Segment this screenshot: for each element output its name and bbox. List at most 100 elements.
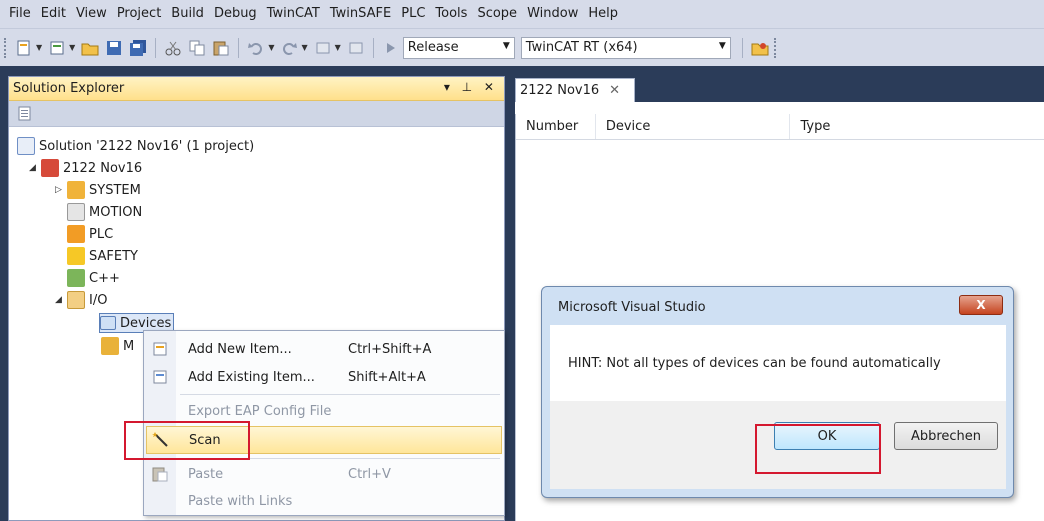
- close-icon[interactable]: ✕: [609, 83, 620, 98]
- tree-item-cpp[interactable]: C++: [67, 267, 120, 289]
- menu-plc[interactable]: PLC: [396, 0, 430, 28]
- dialog-close-button[interactable]: X: [959, 295, 1003, 315]
- solution-config-value: Release: [407, 40, 459, 55]
- menu-item-add-new-item[interactable]: Add New Item... Ctrl+Shift+A: [146, 335, 502, 363]
- grid-header: Number Device Type: [516, 114, 1044, 140]
- solution-explorer-toolbar: [9, 101, 504, 127]
- menu-bar: File Edit View Project Build Debug TwinC…: [0, 0, 1044, 28]
- chevron-down-icon[interactable]: ▼: [335, 43, 341, 52]
- add-existing-item-icon: [146, 369, 174, 385]
- menu-item-label: Add Existing Item...: [188, 369, 315, 385]
- tree-item-mappings[interactable]: M: [101, 335, 134, 357]
- platform-value: TwinCAT RT (x64): [525, 40, 638, 55]
- menu-item-paste-with-links[interactable]: Paste with Links: [146, 487, 502, 515]
- toolbar-overflow-grip[interactable]: [773, 37, 778, 58]
- menu-edit[interactable]: Edit: [36, 0, 71, 28]
- tree-item-motion[interactable]: MOTION: [67, 201, 142, 223]
- tree-item-io[interactable]: ◢ I/O: [55, 289, 107, 311]
- menu-scope[interactable]: Scope: [472, 0, 522, 28]
- menu-item-label: Export EAP Config File: [188, 403, 332, 419]
- tree-item-project[interactable]: ◢ 2122 Nov16: [29, 157, 142, 179]
- tab-strip-bar: [515, 102, 1044, 114]
- redo-icon[interactable]: [279, 38, 299, 58]
- expand-icon[interactable]: ▷: [55, 185, 67, 195]
- save-all-icon[interactable]: [128, 38, 148, 58]
- menu-item-shortcut: Shift+Alt+A: [348, 369, 426, 385]
- tree-item-label: C++: [89, 270, 120, 286]
- project-icon: [41, 159, 59, 177]
- cpp-icon: [67, 269, 85, 287]
- panel-controls[interactable]: ▾ ⊥ ✕: [444, 80, 498, 94]
- tree-item-label: M: [123, 338, 135, 354]
- tree-item-safety[interactable]: SAFETY: [67, 245, 138, 267]
- tree-item-label: 2122 Nov16: [63, 160, 143, 176]
- menu-help[interactable]: Help: [583, 0, 623, 28]
- devices-icon: [100, 316, 116, 330]
- cut-icon[interactable]: [163, 38, 183, 58]
- tree-item-solution[interactable]: Solution '2122 Nov16' (1 project): [17, 135, 254, 157]
- save-icon[interactable]: [104, 38, 124, 58]
- start-icon[interactable]: [381, 38, 401, 58]
- tab-label: 2122 Nov16: [520, 83, 600, 98]
- collapse-icon[interactable]: ◢: [55, 295, 67, 305]
- chevron-down-icon[interactable]: ▼: [301, 43, 307, 52]
- undo-icon[interactable]: [246, 38, 266, 58]
- scan-highlight-box: [124, 421, 250, 460]
- safety-icon: [67, 247, 85, 265]
- column-header-device[interactable]: Device: [596, 114, 791, 139]
- chevron-down-icon[interactable]: ▼: [69, 43, 75, 52]
- menu-tools[interactable]: Tools: [430, 0, 472, 28]
- menu-separator: [180, 394, 500, 395]
- chevron-down-icon: ▼: [502, 40, 510, 51]
- dialog-title: Microsoft Visual Studio: [558, 299, 706, 315]
- menu-item-label: Add New Item...: [188, 341, 292, 357]
- tree-item-label: SAFETY: [89, 248, 138, 264]
- cancel-button[interactable]: Abbrechen: [894, 422, 998, 450]
- dialog-message: HINT: Not all types of devices can be fo…: [550, 325, 1006, 401]
- open-folder-icon[interactable]: [80, 38, 100, 58]
- menu-item-shortcut: Ctrl+V: [348, 466, 391, 482]
- menu-item-paste[interactable]: Paste Ctrl+V: [146, 460, 502, 488]
- copy-icon[interactable]: [187, 38, 207, 58]
- platform-dropdown[interactable]: TwinCAT RT (x64) ▼: [520, 36, 731, 59]
- navigate-backward-icon[interactable]: [313, 38, 333, 58]
- paste-icon[interactable]: [211, 38, 231, 58]
- menu-file[interactable]: File: [4, 0, 36, 28]
- add-item-icon[interactable]: [47, 38, 67, 58]
- tree-item-label: I/O: [89, 292, 108, 308]
- menu-debug[interactable]: Debug: [209, 0, 262, 28]
- navigate-forward-icon[interactable]: [346, 38, 366, 58]
- menu-item-label: Paste with Links: [188, 493, 293, 509]
- tab-project[interactable]: 2122 Nov16 ✕: [515, 78, 635, 102]
- solution-explorer-titlebar: Solution Explorer ▾ ⊥ ✕: [9, 77, 504, 101]
- system-icon: [67, 181, 85, 199]
- tree-item-label: MOTION: [89, 204, 143, 220]
- menu-twincat[interactable]: TwinCAT: [262, 0, 325, 28]
- chevron-down-icon: ▼: [718, 40, 726, 51]
- tree-item-label: SYSTEM: [89, 182, 141, 198]
- tree-item-system[interactable]: ▷ SYSTEM: [55, 179, 141, 201]
- menu-item-add-existing-item[interactable]: Add Existing Item... Shift+Alt+A: [146, 363, 502, 391]
- motion-icon: [67, 203, 85, 221]
- menu-build[interactable]: Build: [166, 0, 209, 28]
- menu-view[interactable]: View: [71, 0, 112, 28]
- ok-highlight-box: [755, 424, 881, 474]
- toolbar: ▼ ▼ ▼ ▼ ▼ Release ▼ TwinCAT RT (x64) ▼: [0, 28, 1044, 66]
- collapse-icon[interactable]: ◢: [29, 163, 41, 173]
- properties-icon[interactable]: [15, 104, 35, 124]
- io-icon: [67, 291, 85, 309]
- toolbar-grip[interactable]: [4, 37, 8, 58]
- tree-item-label: PLC: [89, 226, 114, 242]
- menu-twinsafe[interactable]: TwinSAFE: [325, 0, 396, 28]
- tree-item-plc[interactable]: PLC: [67, 223, 113, 245]
- twincat-config-icon[interactable]: [750, 38, 770, 58]
- solution-icon: [17, 137, 35, 155]
- menu-window[interactable]: Window: [522, 0, 583, 28]
- menu-project[interactable]: Project: [112, 0, 166, 28]
- column-header-type[interactable]: Type: [790, 114, 1044, 139]
- new-project-icon[interactable]: [14, 38, 34, 58]
- chevron-down-icon[interactable]: ▼: [268, 43, 274, 52]
- solution-config-dropdown[interactable]: Release ▼: [402, 36, 515, 59]
- column-header-number[interactable]: Number: [516, 114, 596, 139]
- chevron-down-icon[interactable]: ▼: [36, 43, 42, 52]
